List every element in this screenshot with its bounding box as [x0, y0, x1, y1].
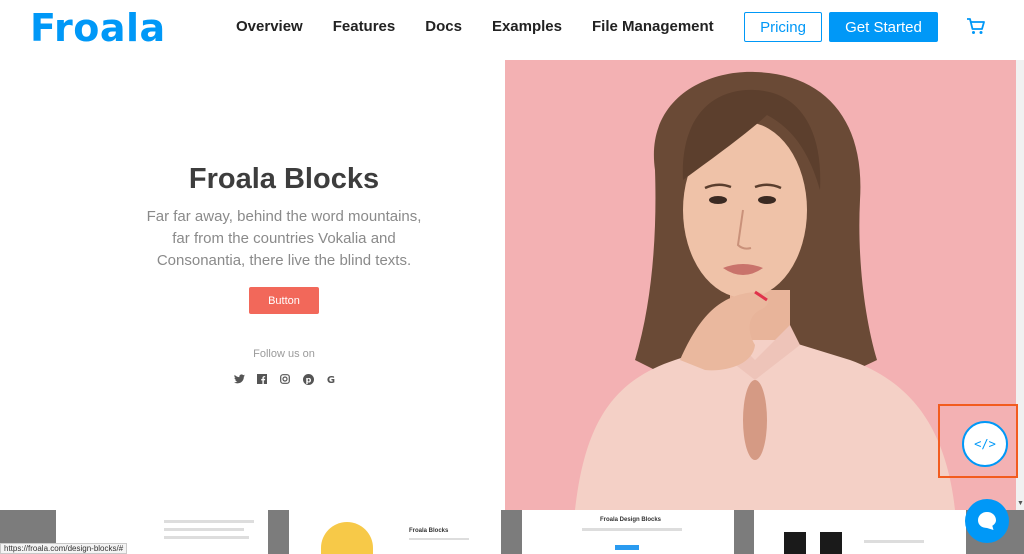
thumbnail-title: Froala Blocks [409, 528, 449, 534]
froala-logo[interactable]: Froala [30, 6, 166, 50]
thumbnail-3[interactable]: Froala Design Blocks [522, 510, 734, 554]
facebook-icon[interactable] [256, 373, 268, 385]
nav-docs[interactable]: Docs [425, 18, 462, 35]
thumbnail-2[interactable]: Froala Blocks [289, 510, 501, 554]
scroll-down-arrow-icon[interactable]: ▼ [1017, 500, 1024, 507]
twitter-icon[interactable] [233, 373, 245, 385]
pricing-button[interactable]: Pricing [744, 12, 822, 42]
code-icon: </> [974, 437, 996, 451]
site-header: Froala Overview Features Docs Examples F… [0, 0, 1024, 56]
google-icon[interactable]: G [325, 373, 337, 385]
nav-overview[interactable]: Overview [236, 18, 303, 35]
get-started-button[interactable]: Get Started [829, 12, 938, 42]
svg-text:G: G [327, 375, 335, 384]
nav-file-management[interactable]: File Management [592, 18, 714, 35]
hero-section: Froala Blocks Far far away, behind the w… [0, 60, 505, 510]
cart-icon[interactable] [966, 16, 986, 36]
pinterest-icon[interactable]: p [302, 373, 314, 385]
status-bar-url: https://froala.com/design-blocks/# [0, 543, 128, 554]
nav-examples[interactable]: Examples [492, 18, 562, 35]
main-nav: Overview Features Docs Examples File Man… [236, 18, 714, 35]
nav-features[interactable]: Features [333, 18, 396, 35]
instagram-icon[interactable] [279, 373, 291, 385]
code-toggle-button[interactable]: </> [962, 421, 1008, 467]
thumbnail-title: Froala Design Blocks [600, 517, 662, 523]
chat-bubble-icon [978, 512, 996, 530]
hero-text: Far far away, behind the word mountains,… [146, 208, 422, 269]
thumbnail-4[interactable] [754, 510, 966, 554]
chat-button[interactable] [965, 499, 1009, 543]
social-links: p G [233, 373, 337, 385]
svg-text:p: p [305, 375, 311, 384]
hero-button[interactable]: Button [249, 287, 319, 314]
hero-title: Froala Blocks [188, 163, 380, 195]
follow-label: Follow us on [253, 348, 315, 360]
